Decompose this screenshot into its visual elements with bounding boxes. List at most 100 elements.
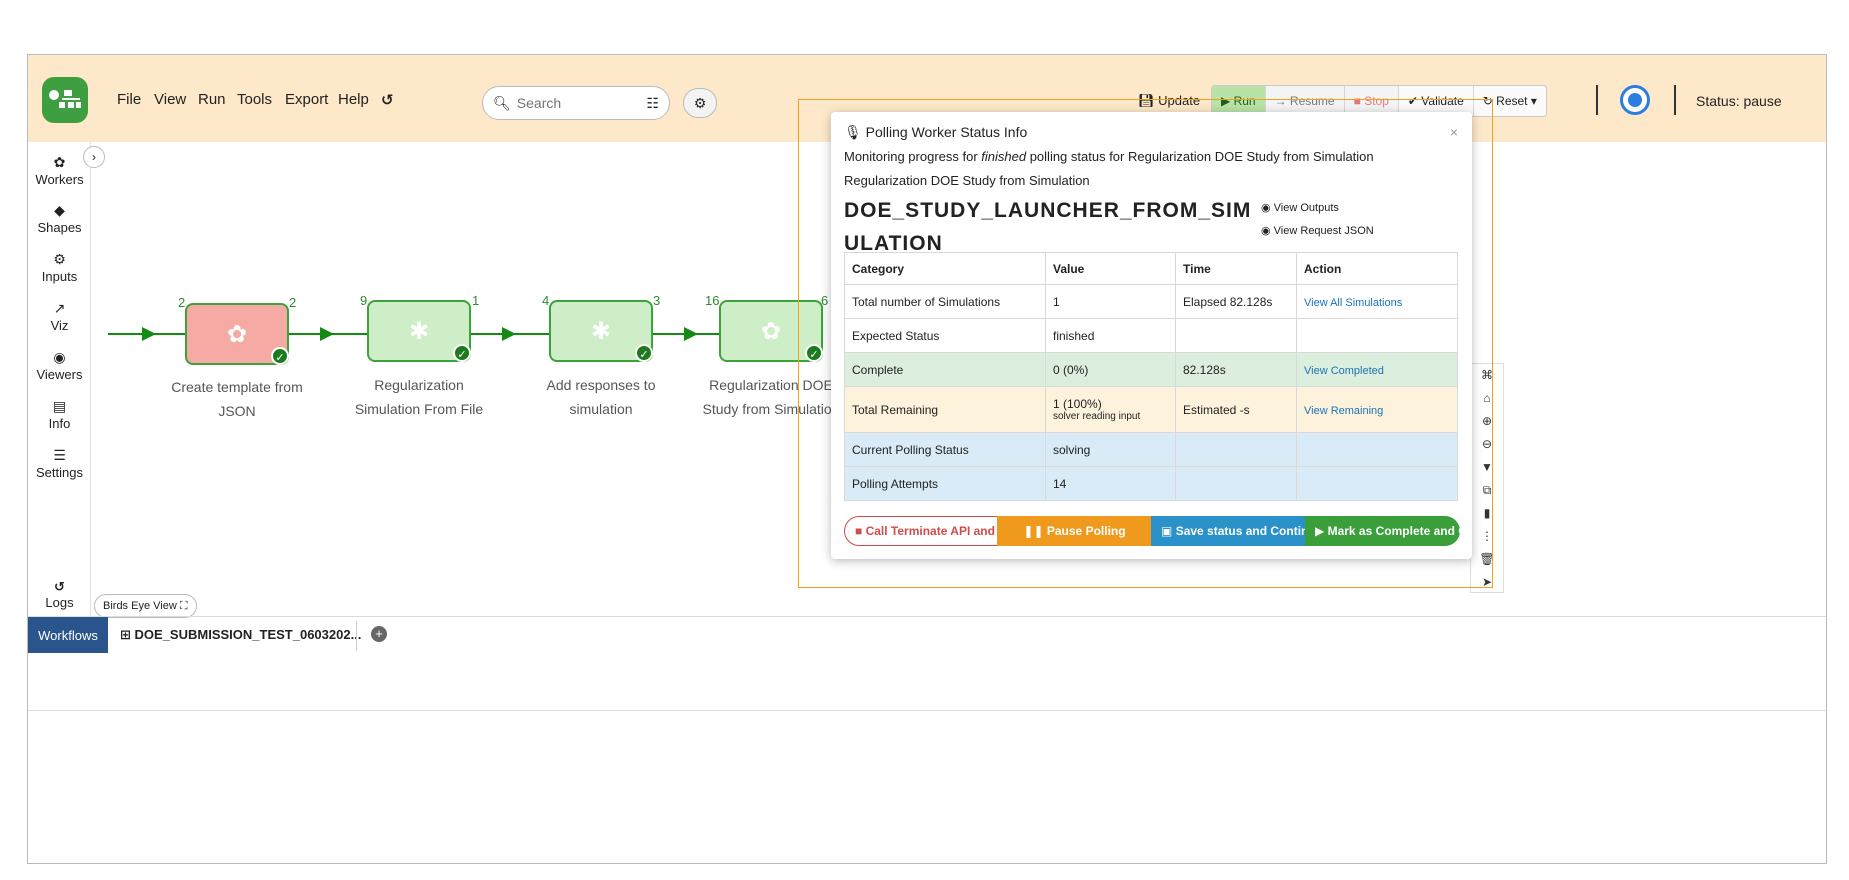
workflow-node[interactable]: ✿ ✓ (185, 303, 289, 365)
run-label: Run (1233, 94, 1256, 108)
add-tab-button[interactable]: + (371, 626, 387, 642)
workflow-node[interactable]: ✱ ✓ (367, 300, 471, 362)
gear-icon: ⚙ (693, 94, 707, 111)
call-terminate-button[interactable]: ■ Call Terminate API and c (844, 516, 998, 546)
bar-chart-icon[interactable]: ▮ (1471, 502, 1503, 525)
view-request-label: View Request JSON (1273, 225, 1374, 237)
menu-file[interactable]: File (117, 91, 141, 108)
menu-view[interactable]: View (154, 91, 186, 108)
filter-icon[interactable]: ▼ (1471, 456, 1503, 479)
cell-action: View All Simulations (1296, 284, 1458, 319)
cell-time: 82.128s (1175, 352, 1297, 387)
eye-icon: ◉ (53, 349, 66, 365)
zoom-out-icon[interactable]: ⊖ (1471, 433, 1503, 456)
sidebar-item-workers[interactable]: ✿ Workers (28, 154, 91, 187)
cell-value: 0 (0%) (1045, 352, 1176, 387)
sidebar-item-settings[interactable]: ☰ Settings (28, 447, 91, 480)
sidebar-item-label: Viewers (36, 367, 83, 382)
pointer-icon[interactable]: ➤ (1471, 571, 1503, 594)
pause-label: Pause Polling (1046, 524, 1126, 538)
workflow-logo-icon (49, 90, 81, 108)
settings-gear-button[interactable]: ⚙ (683, 88, 717, 118)
search-input[interactable] (516, 95, 637, 111)
cell-category: Total number of Simulations (844, 284, 1046, 319)
desc-pre: Monitoring progress for (844, 149, 982, 164)
search-icon: 🔍︎ (493, 94, 511, 111)
workflows-tab[interactable]: Workflows (28, 617, 108, 653)
sidebar-item-viz[interactable]: ↗ Viz (28, 300, 91, 333)
node-label: Create template from (171, 379, 303, 395)
output-port-count: 2 (289, 295, 297, 310)
grid-icon[interactable]: ⋮ (1471, 525, 1503, 548)
table-row: Current Polling Status solving (844, 432, 1458, 467)
menu-tools[interactable]: Tools (237, 91, 272, 108)
update-button[interactable]: 💾︎ Update (1138, 93, 1200, 109)
node-label: Regularization (374, 377, 464, 393)
node-label: JSON (218, 403, 256, 419)
workflow-node[interactable]: ✿ ✓ (719, 300, 823, 362)
gear-icon: ✿ (226, 320, 248, 348)
sidebar-item-label: Settings (36, 465, 83, 480)
logs-button[interactable]: ↺ Logs (28, 579, 91, 610)
pause-icon: ❚❚ (1023, 524, 1044, 538)
sidebar-item-label: Info (48, 416, 71, 431)
sidebar-item-shapes[interactable]: ◆ Shapes (28, 202, 91, 235)
save-status-button[interactable]: ▣ Save status and Continue (1151, 516, 1306, 546)
stop-icon: ■ (855, 524, 863, 538)
menu-run[interactable]: Run (198, 91, 226, 108)
edge-arrow (320, 327, 334, 341)
menu-export[interactable]: Export (285, 91, 328, 108)
view-request-json-link[interactable]: ◉ View Request JSON (1261, 224, 1374, 237)
column-header: Category (844, 252, 1046, 285)
view-outputs-link[interactable]: ◉ View Outputs (1261, 201, 1339, 214)
update-label: Update (1158, 93, 1201, 108)
reset-button[interactable]: ↻ Reset ▾ (1473, 86, 1546, 116)
layout-icon[interactable]: ⧉ (1471, 479, 1503, 502)
cell-value: 1 (100%) solver reading input (1045, 386, 1176, 433)
popup-description: Monitoring progress for finished polling… (844, 149, 1374, 164)
node-label: Simulation From File (354, 401, 484, 417)
cell-action (1296, 318, 1458, 353)
cell-action: View Completed (1296, 352, 1458, 387)
zoom-in-icon[interactable]: ⊕ (1471, 410, 1503, 433)
sidebar-item-viewers[interactable]: ◉ Viewers (28, 349, 91, 382)
sidebar-item-label: Viz (50, 318, 69, 333)
view-all-simulations-link[interactable]: View All Simulations (1304, 297, 1402, 309)
edge-arrow (502, 327, 516, 341)
mark-complete-button[interactable]: ▶ Mark as Complete and Continue (1305, 516, 1460, 546)
node-label: simulation (569, 401, 633, 417)
resume-label: Resume (1289, 94, 1335, 108)
trash-icon[interactable]: 🗑︎ (1471, 548, 1503, 571)
edge-arrow (684, 327, 698, 341)
history-icon[interactable]: ↺ (381, 91, 394, 109)
view-completed-link[interactable]: View Completed (1304, 365, 1384, 377)
asterisk-icon: ✱ (408, 317, 430, 345)
fit-icon[interactable]: ⌘ (1471, 364, 1503, 387)
table-header-row: Category Value Time Action (844, 252, 1458, 285)
canvas-toolbar: ⌘ ⌂ ⊕ ⊖ ▼ ⧉ ▮ ⋮ 🗑︎ ➤ (1470, 363, 1504, 593)
workflow-node[interactable]: ✱ ✓ (549, 300, 653, 362)
column-header: Value (1045, 252, 1176, 285)
microphone-icon: 🎙︎ (844, 124, 862, 140)
sidebar-item-label: Workers (35, 172, 84, 187)
asterisk-icon: ✱ (590, 317, 612, 345)
app-logo[interactable] (42, 77, 88, 123)
home-icon[interactable]: ⌂ (1471, 387, 1503, 410)
polling-status-popup: 🎙︎ Polling Worker Status Info × Monitori… (831, 112, 1472, 559)
filter-icon[interactable]: ☷ (646, 95, 659, 112)
cell-category: Expected Status (844, 318, 1046, 353)
table-row: Polling Attempts 14 (844, 466, 1458, 501)
eye-icon: ◉ (1261, 225, 1271, 237)
cell-action (1296, 432, 1458, 467)
column-header: Action (1296, 252, 1458, 285)
pause-polling-button[interactable]: ❚❚ Pause Polling (997, 516, 1152, 546)
close-icon[interactable]: × (1450, 124, 1458, 140)
view-remaining-link[interactable]: View Remaining (1304, 405, 1383, 417)
sidebar-item-inputs[interactable]: ⚙ Inputs (28, 251, 91, 284)
user-avatar[interactable] (1620, 85, 1650, 115)
footer (28, 710, 1826, 740)
search-box[interactable]: 🔍︎ ☷ (482, 86, 670, 120)
sidebar-item-info[interactable]: ▤ Info (28, 398, 91, 431)
document-tab[interactable]: ⊞ DOE_SUBMISSION_TEST_0603202... (120, 627, 361, 643)
menu-help[interactable]: Help (338, 91, 369, 108)
